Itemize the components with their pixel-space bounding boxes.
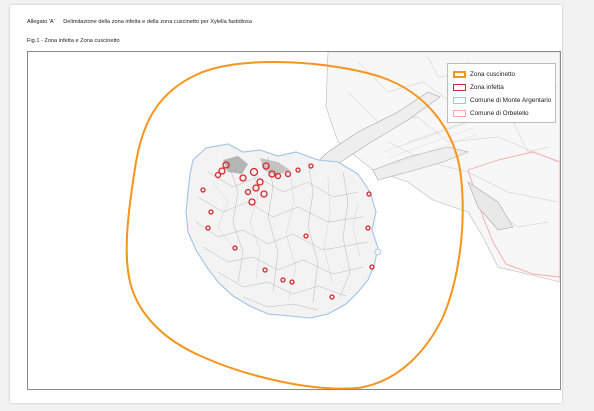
legend-label: Comune di Monte Argentario: [470, 97, 552, 104]
legend-label: Zona infetta: [470, 84, 504, 91]
legend-item-buffer-zone: Zona cuscinetto: [453, 68, 551, 81]
document-page: Allegato 'A' Delimitazione della zona in…: [10, 5, 562, 403]
legend-swatch-buffer-zone: [453, 71, 466, 78]
legend-item-orbetello: Comune di Orbetello: [453, 107, 551, 120]
header-title: Allegato 'A': [27, 19, 55, 25]
header-text: Delimitazione della zona infetta e della…: [63, 19, 252, 25]
legend-label: Zona cuscinetto: [470, 71, 516, 78]
legend-swatch-monte-argentario: [453, 97, 466, 104]
legend-item-infected-zone: Zona infetta: [453, 81, 551, 94]
legend-item-monte-argentario: Comune di Monte Argentario: [453, 94, 551, 107]
legend-label: Comune di Orbetello: [470, 110, 529, 117]
islet: [374, 248, 382, 256]
map-legend: Zona cuscinetto Zona infetta Comune di M…: [447, 63, 556, 123]
legend-swatch-orbetello: [453, 110, 466, 117]
map-frame: Zona cuscinetto Zona infetta Comune di M…: [27, 51, 561, 390]
figure-caption: Fig.1 - Zona infetta e Zona cuscinetto: [27, 38, 120, 44]
document-header: Allegato 'A' Delimitazione della zona in…: [27, 19, 252, 25]
legend-swatch-infected-zone: [453, 84, 466, 91]
